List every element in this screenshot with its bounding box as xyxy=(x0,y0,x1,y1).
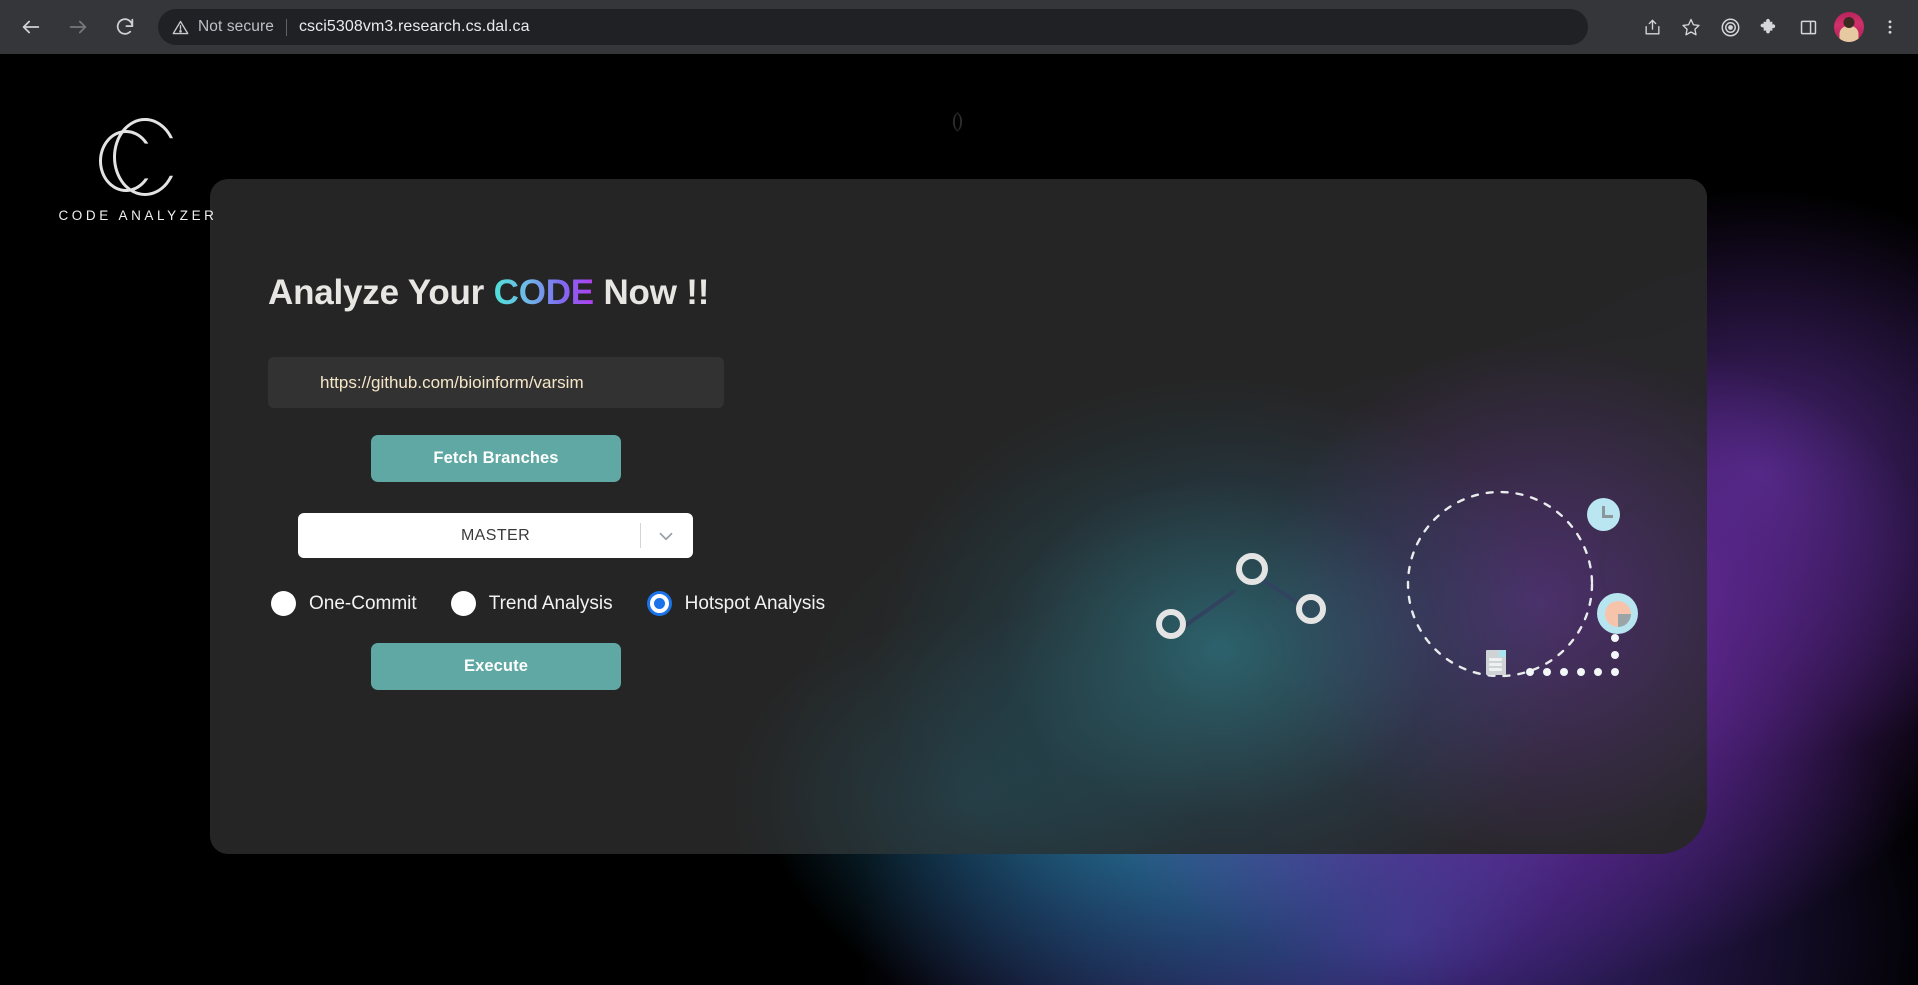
chevron-down-icon[interactable] xyxy=(655,525,677,547)
radio-label-one-commit: One-Commit xyxy=(309,592,417,614)
branch-select[interactable]: MASTER xyxy=(298,513,693,558)
path-dot-h5 xyxy=(1594,668,1602,676)
radio-label-trend-analysis: Trend Analysis xyxy=(488,592,613,614)
document-fold xyxy=(1499,650,1506,657)
document-line-2 xyxy=(1489,663,1502,666)
headline-part-2: Now !! xyxy=(593,273,710,312)
side-panel-icon[interactable] xyxy=(1790,9,1826,45)
radio-dot-hotspot-analysis[interactable] xyxy=(649,594,669,613)
node-link-2 xyxy=(1256,575,1308,611)
document-icon xyxy=(1486,650,1506,675)
document-line-3 xyxy=(1489,668,1502,671)
pie-slices xyxy=(1604,600,1631,627)
branch-select-divider xyxy=(640,523,641,548)
execute-button[interactable]: Execute xyxy=(371,643,621,690)
graph-node-2 xyxy=(1236,553,1268,585)
analysis-form: Analyze Your CODE Now !! Fetch Branches … xyxy=(268,273,968,690)
browser-toolbar: Not secure csci5308vm3.research.cs.dal.c… xyxy=(0,0,1918,54)
reload-icon[interactable] xyxy=(106,8,144,46)
code-analyzer-c-logo-icon xyxy=(99,118,177,196)
chrome-menu-icon[interactable] xyxy=(1872,9,1908,45)
radio-trend-analysis[interactable]: Trend Analysis xyxy=(450,591,613,616)
bookmark-star-icon[interactable] xyxy=(1673,9,1709,45)
profile-avatar[interactable] xyxy=(1834,12,1864,42)
path-dot-h6 xyxy=(1611,668,1619,676)
radio-dot-trend-analysis[interactable] xyxy=(450,591,476,616)
repository-url-input[interactable] xyxy=(268,357,724,408)
path-dot-h3 xyxy=(1560,668,1568,676)
path-dot-v2 xyxy=(1611,634,1619,642)
analyzer-card: Analyze Your CODE Now !! Fetch Branches … xyxy=(210,179,1707,854)
path-dot-v1 xyxy=(1611,651,1619,659)
analysis-type-radio-group: One-Commit Trend Analysis Hotspot Analys… xyxy=(271,591,968,616)
radio-dot-one-commit[interactable] xyxy=(271,591,296,616)
path-dot-h2 xyxy=(1543,668,1551,676)
browser-toolbar-actions xyxy=(1634,9,1918,45)
fetch-branches-button[interactable]: Fetch Branches xyxy=(371,435,621,482)
not-secure-warning-icon xyxy=(172,19,189,36)
clock-hand-horizontal xyxy=(1602,515,1613,518)
clock-hand-vertical xyxy=(1602,506,1605,518)
omnibox-divider xyxy=(285,18,287,36)
graph-node-3 xyxy=(1296,594,1326,624)
page-viewport: () CODE ANALYZER Analyze Your CODE Now !… xyxy=(0,54,1918,985)
headline-part-1: Analyze Your xyxy=(268,273,494,312)
radio-hotspot-analysis[interactable]: Hotspot Analysis xyxy=(647,593,825,615)
security-status-label: Not secure xyxy=(198,18,274,35)
radio-one-commit[interactable]: One-Commit xyxy=(271,591,417,616)
clock-badge-icon xyxy=(1587,498,1620,531)
extensions-puzzle-icon[interactable] xyxy=(1751,9,1787,45)
brand-logo[interactable]: CODE ANALYZER xyxy=(48,118,228,223)
hero-illustration xyxy=(1110,369,1670,799)
radio-label-hotspot-analysis: Hotspot Analysis xyxy=(684,592,826,614)
node-link-1 xyxy=(1174,589,1237,634)
branch-select-value: MASTER xyxy=(460,526,531,544)
path-dot-h1 xyxy=(1526,668,1534,676)
paren-mark-decoration: () xyxy=(952,108,963,132)
pie-chart-badge-icon xyxy=(1597,593,1638,634)
headline-accent: CODE xyxy=(493,273,595,312)
path-dot-h4 xyxy=(1577,668,1585,676)
share-icon[interactable] xyxy=(1634,9,1670,45)
brand-name-label: CODE ANALYZER xyxy=(58,208,218,223)
graph-node-1 xyxy=(1156,609,1186,639)
page-title: Analyze Your CODE Now !! xyxy=(268,273,968,313)
back-arrow-icon[interactable] xyxy=(12,8,50,46)
forward-arrow-icon[interactable] xyxy=(59,8,97,46)
target-circle-icon[interactable] xyxy=(1712,9,1748,45)
address-bar[interactable]: Not secure csci5308vm3.research.cs.dal.c… xyxy=(158,9,1588,45)
document-line-1 xyxy=(1489,658,1502,661)
url-text: csci5308vm3.research.cs.dal.ca xyxy=(298,18,530,35)
dashed-orbit-circle-icon xyxy=(1406,490,1594,678)
